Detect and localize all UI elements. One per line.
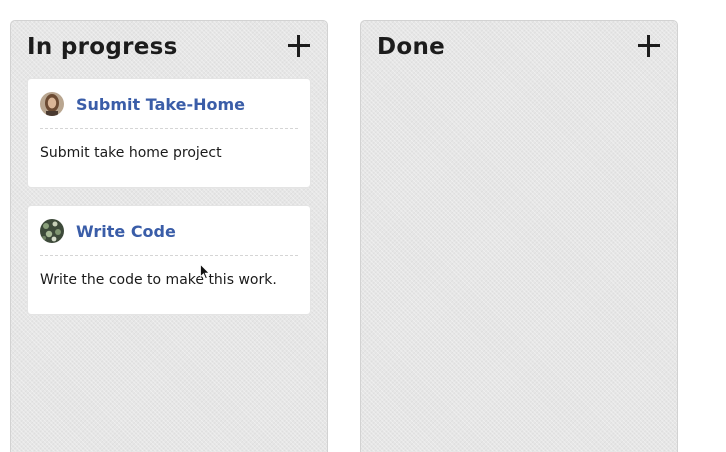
kanban-board: In progress Submit Take-Home Submit take… <box>0 0 726 452</box>
column-in-progress: In progress Submit Take-Home Submit take… <box>10 20 328 452</box>
add-card-button[interactable] <box>288 35 310 57</box>
avatar[interactable] <box>40 92 64 116</box>
divider <box>40 128 298 129</box>
column-done: Done <box>360 20 678 452</box>
card-header: Submit Take-Home <box>40 91 298 117</box>
card-header: Write Code <box>40 218 298 244</box>
avatar-photo-icon <box>40 92 64 116</box>
card-description: Write the code to make this work. <box>40 272 277 288</box>
card-submit-take-home[interactable]: Submit Take-Home Submit take home projec… <box>27 78 311 188</box>
card-title[interactable]: Write Code <box>76 222 176 241</box>
card-write-code[interactable]: Write Code Write the code to make this w… <box>27 205 311 315</box>
avatar-photo-icon <box>40 219 64 243</box>
divider <box>40 255 298 256</box>
card-title[interactable]: Submit Take-Home <box>76 95 245 114</box>
add-card-button[interactable] <box>638 35 660 57</box>
column-title: In progress <box>27 34 178 60</box>
column-title: Done <box>377 34 446 60</box>
avatar[interactable] <box>40 219 64 243</box>
card-description: Submit take home project <box>40 145 222 161</box>
